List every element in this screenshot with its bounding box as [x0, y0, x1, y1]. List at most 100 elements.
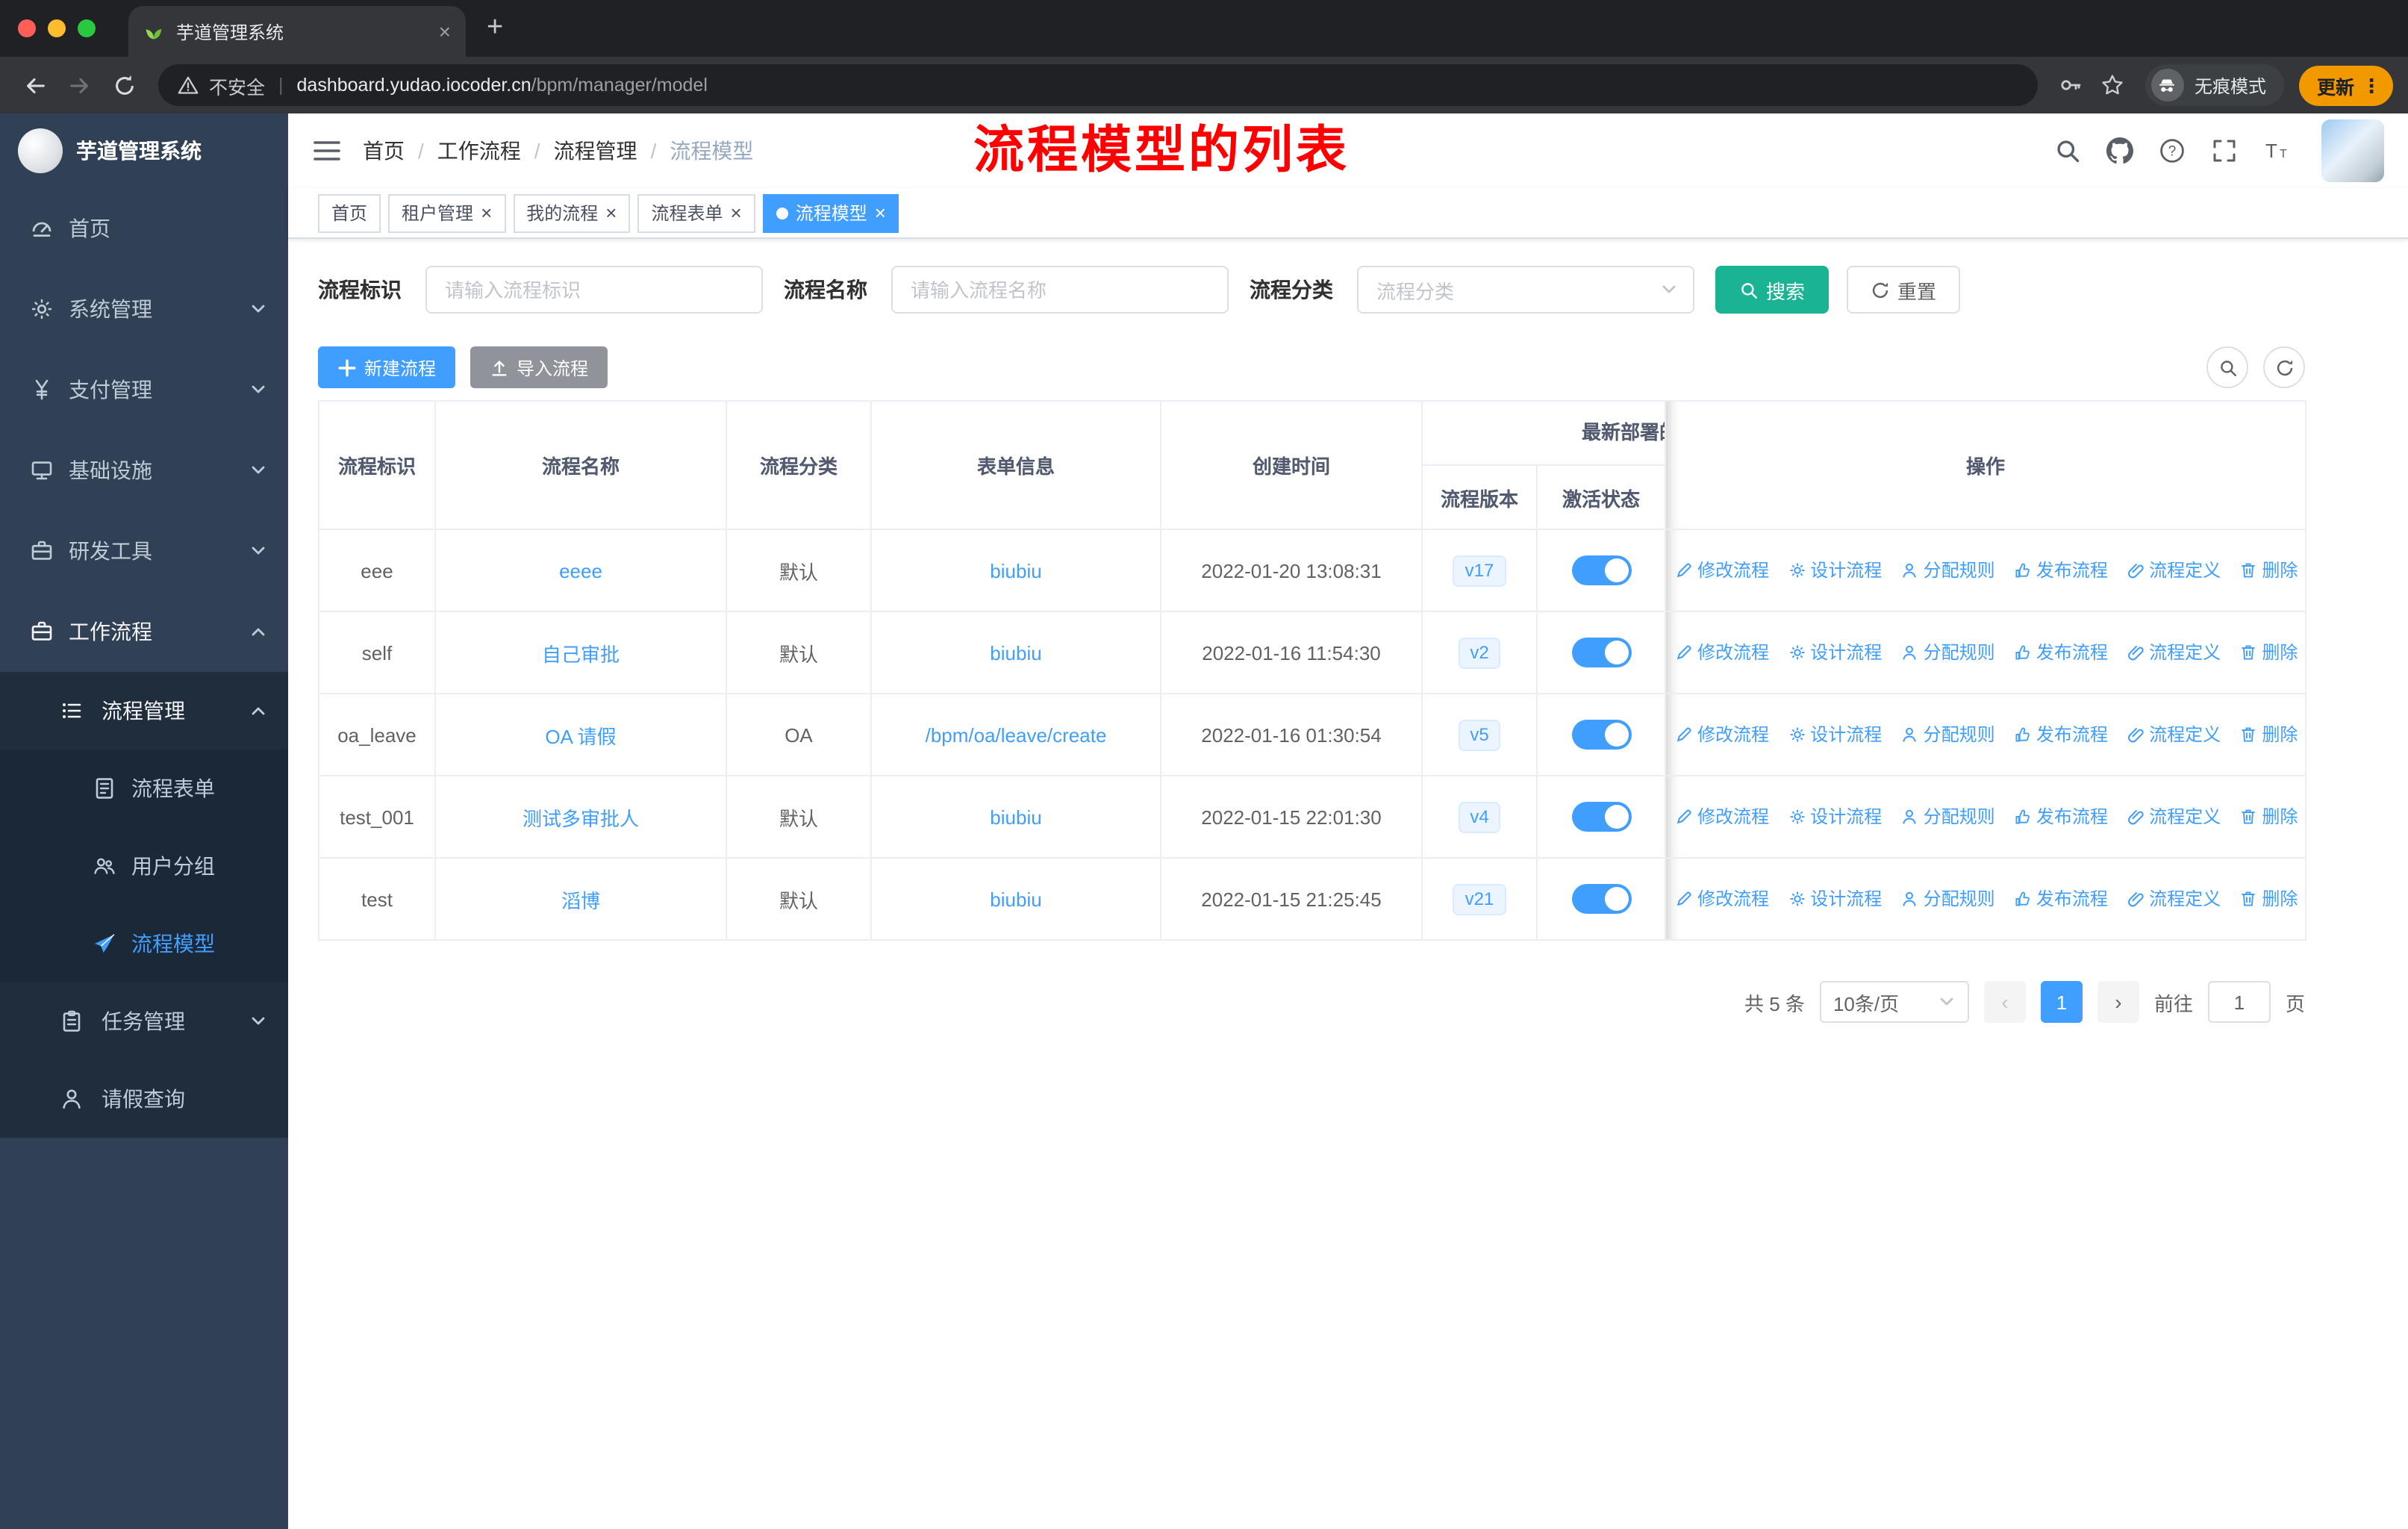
breadcrumb-item[interactable]: 首页 [363, 136, 405, 166]
fullscreen-icon[interactable] [2211, 137, 2238, 164]
publish-process-link[interactable]: 发布流程 [2014, 804, 2108, 829]
process-definition-link[interactable]: 流程定义 [2127, 640, 2221, 665]
active-toggle[interactable] [1571, 884, 1631, 914]
search-button[interactable]: 搜索 [1715, 266, 1830, 314]
close-icon[interactable]: × [875, 203, 886, 222]
reset-button[interactable]: 重置 [1847, 266, 1961, 314]
form-info-link[interactable]: biubiu [990, 806, 1041, 828]
tab-tag-process-form[interactable]: 流程表单 × [637, 193, 755, 232]
browser-menu-icon[interactable]: ⋮ [2362, 75, 2381, 95]
delete-link[interactable]: 删除 [2239, 640, 2298, 665]
process-name-link[interactable]: 滔博 [561, 889, 600, 912]
tab-tag-process-model[interactable]: 流程模型 × [762, 193, 899, 232]
app-logo[interactable]: 芋道管理系统 [0, 113, 288, 188]
toggle-search-button[interactable] [2206, 346, 2248, 388]
assign-rule-link[interactable]: 分配规则 [1901, 558, 1995, 583]
forward-icon[interactable] [60, 66, 99, 105]
process-definition-link[interactable]: 流程定义 [2127, 886, 2221, 912]
address-bar[interactable]: 不安全 | dashboard.yudao.iocoder.cn/bpm/man… [158, 64, 2038, 106]
form-info-link[interactable]: biubiu [990, 559, 1041, 582]
sidebar-item-workflow[interactable]: 工作流程 [0, 591, 288, 672]
publish-process-link[interactable]: 发布流程 [2014, 722, 2108, 747]
design-process-link[interactable]: 设计流程 [1788, 558, 1882, 583]
close-icon[interactable]: × [731, 203, 742, 222]
page-size-select[interactable]: 10条/页 [1819, 981, 1969, 1023]
minimize-window-button[interactable] [48, 19, 66, 37]
next-page-button[interactable]: › [2097, 981, 2139, 1023]
browser-tab[interactable]: 芋道管理系统 × [128, 6, 466, 57]
sidebar-item-system[interactable]: 系统管理 [0, 269, 288, 349]
close-icon[interactable]: × [481, 203, 492, 222]
edit-process-link[interactable]: 修改流程 [1675, 640, 1769, 665]
delete-link[interactable]: 删除 [2239, 722, 2298, 747]
edit-process-link[interactable]: 修改流程 [1675, 886, 1769, 912]
version-badge[interactable]: v2 [1458, 637, 1501, 668]
close-window-button[interactable] [18, 19, 36, 37]
close-icon[interactable]: × [605, 203, 617, 222]
form-info-link[interactable]: biubiu [990, 888, 1041, 910]
import-process-button[interactable]: 导入流程 [470, 346, 608, 388]
version-badge[interactable]: v21 [1453, 883, 1506, 915]
version-badge[interactable]: v5 [1458, 719, 1501, 750]
sidebar-item-payment[interactable]: 支付管理 [0, 349, 288, 430]
design-process-link[interactable]: 设计流程 [1788, 640, 1882, 665]
zoom-window-button[interactable] [78, 19, 96, 37]
active-toggle[interactable] [1571, 638, 1631, 667]
assign-rule-link[interactable]: 分配规则 [1901, 886, 1995, 912]
new-tab-button[interactable]: + [487, 12, 503, 45]
process-definition-link[interactable]: 流程定义 [2127, 722, 2221, 747]
delete-link[interactable]: 删除 [2239, 558, 2298, 583]
create-process-button[interactable]: 新建流程 [318, 346, 456, 388]
process-name-link[interactable]: 测试多审批人 [523, 807, 639, 829]
tab-close-icon[interactable]: × [439, 21, 451, 42]
active-toggle[interactable] [1571, 720, 1631, 750]
edit-process-link[interactable]: 修改流程 [1675, 722, 1769, 747]
publish-process-link[interactable]: 发布流程 [2014, 886, 2108, 912]
github-icon[interactable] [2106, 137, 2133, 164]
tab-tag-tenant[interactable]: 租户管理 × [388, 193, 506, 232]
delete-link[interactable]: 删除 [2239, 804, 2298, 829]
design-process-link[interactable]: 设计流程 [1788, 722, 1882, 747]
back-icon[interactable] [15, 66, 54, 105]
form-info-link[interactable]: /bpm/oa/leave/create [926, 723, 1107, 746]
sidebar-item-process-form[interactable]: 流程表单 [0, 750, 288, 827]
process-id-input[interactable] [425, 266, 763, 314]
process-name-link[interactable]: OA 请假 [545, 725, 616, 747]
publish-process-link[interactable]: 发布流程 [2014, 558, 2108, 583]
process-name-input[interactable] [891, 266, 1229, 314]
edit-process-link[interactable]: 修改流程 [1675, 558, 1769, 583]
sidebar-item-leave-query[interactable]: 请假查询 [0, 1060, 288, 1138]
user-avatar[interactable] [2321, 119, 2384, 182]
process-name-link[interactable]: eeee [559, 559, 602, 582]
active-toggle[interactable] [1571, 555, 1631, 585]
process-definition-link[interactable]: 流程定义 [2127, 804, 2221, 829]
breadcrumb-item[interactable]: 工作流程 [437, 136, 521, 166]
prev-page-button[interactable]: ‹ [1983, 981, 2026, 1023]
sidebar-item-infrastructure[interactable]: 基础设施 [0, 430, 288, 511]
design-process-link[interactable]: 设计流程 [1788, 804, 1882, 829]
sidebar-item-process-mgmt[interactable]: 流程管理 [0, 672, 288, 750]
breadcrumb-item[interactable]: 流程管理 [554, 136, 637, 166]
sidebar-item-user-group[interactable]: 用户分组 [0, 827, 288, 905]
form-info-link[interactable]: biubiu [990, 641, 1041, 664]
tab-tag-my-process[interactable]: 我的流程 × [513, 193, 631, 232]
assign-rule-link[interactable]: 分配规则 [1901, 804, 1995, 829]
assign-rule-link[interactable]: 分配规则 [1901, 722, 1995, 747]
process-definition-link[interactable]: 流程定义 [2127, 558, 2221, 583]
version-badge[interactable]: v17 [1453, 555, 1506, 586]
sidebar-item-task-mgmt[interactable]: 任务管理 [0, 983, 288, 1060]
refresh-table-button[interactable] [2263, 346, 2305, 388]
edit-process-link[interactable]: 修改流程 [1675, 804, 1769, 829]
active-toggle[interactable] [1571, 802, 1631, 832]
reload-icon[interactable] [105, 66, 143, 105]
design-process-link[interactable]: 设计流程 [1788, 886, 1882, 912]
bookmark-star-icon[interactable] [2094, 67, 2130, 103]
tab-tag-home[interactable]: 首页 [318, 193, 381, 232]
search-icon[interactable] [2054, 137, 2081, 164]
sidebar-item-process-model[interactable]: 流程模型 [0, 905, 288, 983]
category-select[interactable]: 流程分类 [1357, 266, 1694, 314]
assign-rule-link[interactable]: 分配规则 [1901, 640, 1995, 665]
password-key-icon[interactable] [2053, 67, 2089, 103]
page-number-button[interactable]: 1 [2040, 981, 2083, 1023]
help-icon[interactable]: ? [2159, 137, 2186, 164]
